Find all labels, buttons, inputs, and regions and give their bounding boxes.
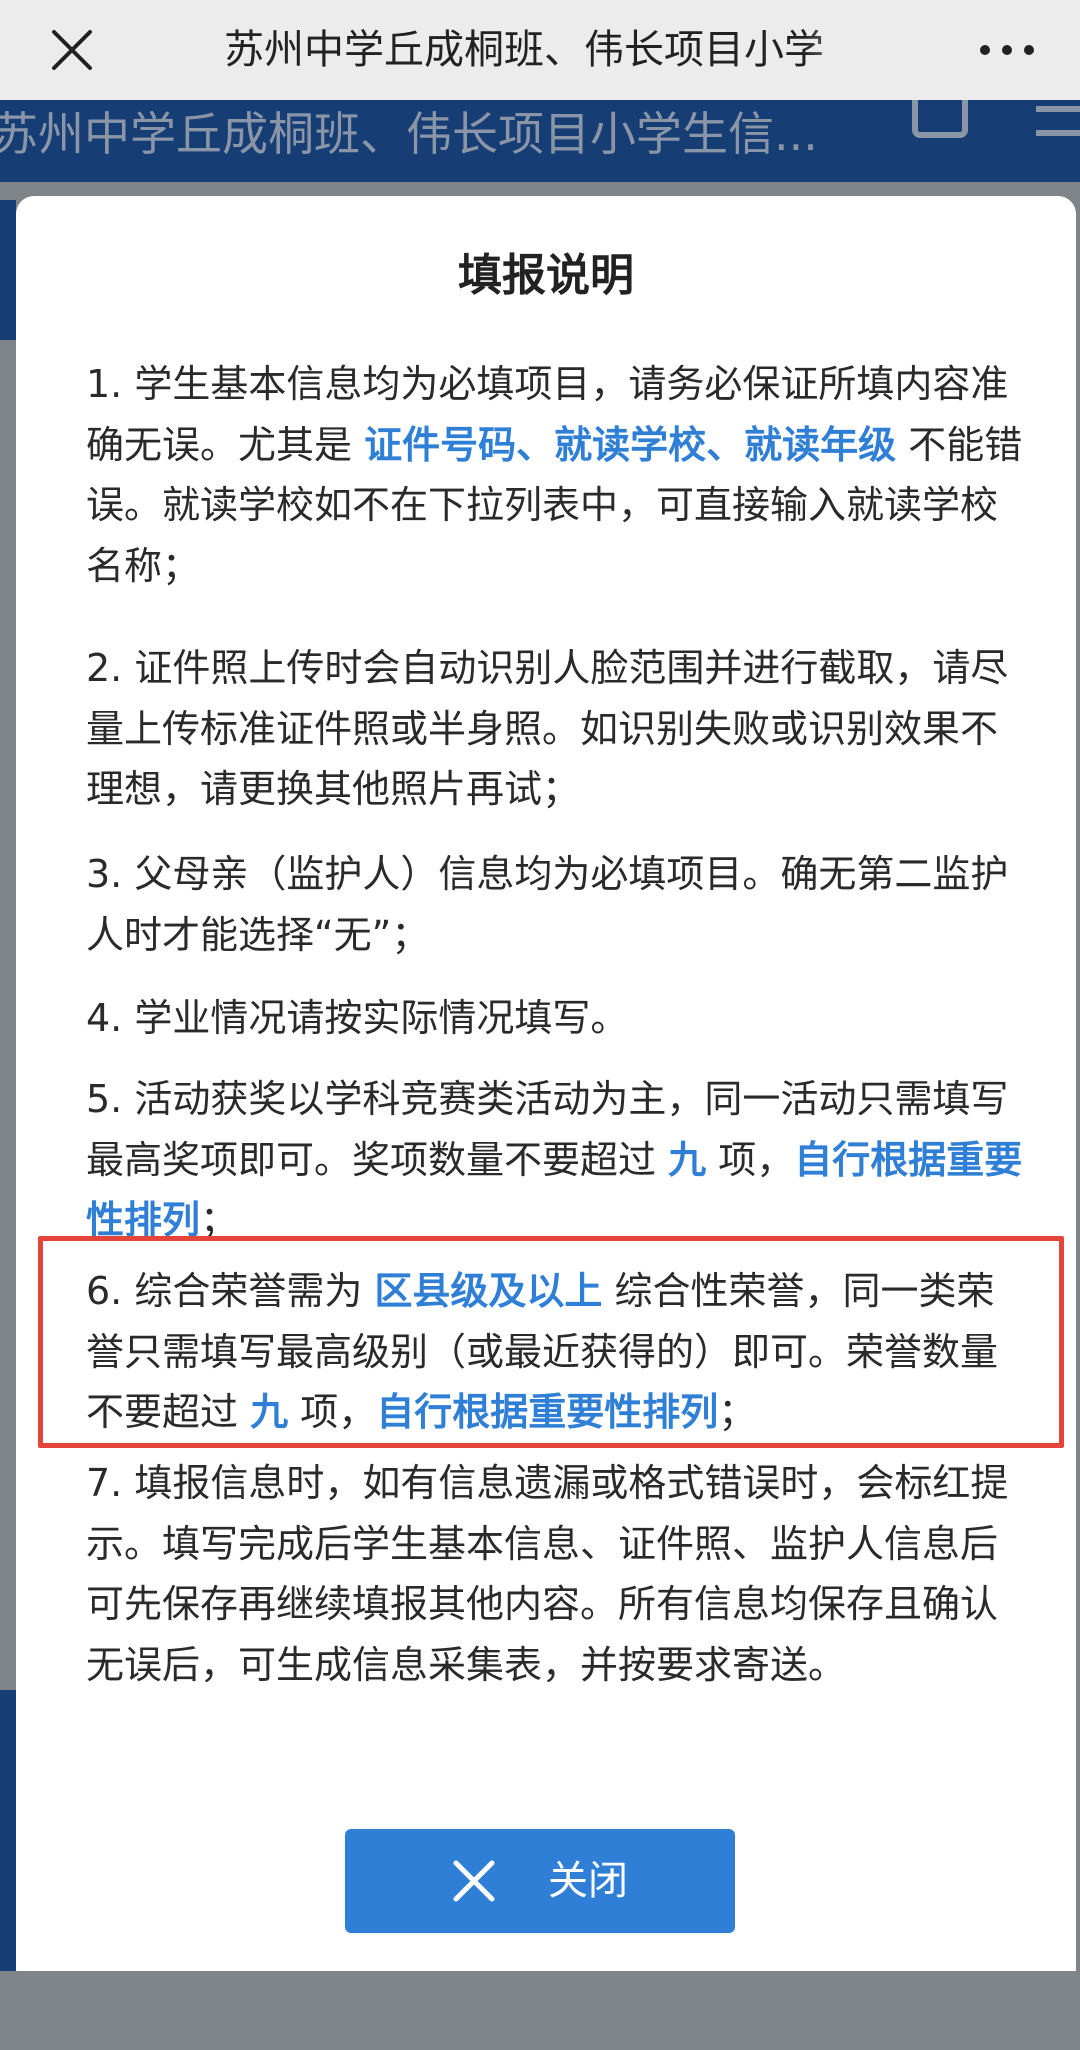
background-strip [0, 200, 16, 340]
instructions-modal: 填报说明 1. 学生基本信息均为必填项目，请务必保证所填内容准确无误。尤其是 证… [16, 196, 1076, 1971]
highlight-box [38, 1236, 1064, 1448]
instruction-item-7: 7. 填报信息时，如有信息遗漏或格式错误时，会标红提示。填写完成后学生基本信息、… [86, 1453, 1026, 1695]
instruction-text: 项， [706, 1137, 795, 1182]
instruction-text: 2. 证件照上传时会自动识别人脸范围并进行截取，请尽量上传标准证件照或半身照。如… [86, 646, 1009, 811]
instruction-text: 4. 学业情况请按实际情况填写。 [86, 996, 629, 1040]
app-topbar: 苏州中学丘成桐班、伟长项目小学 [0, 0, 1080, 100]
instruction-item-2: 2. 证件照上传时会自动识别人脸范围并进行截取，请尽量上传标准证件照或半身照。如… [86, 638, 1026, 820]
more-icon[interactable] [980, 35, 1034, 65]
instruction-item-1: 1. 学生基本信息均为必填项目，请务必保证所填内容准确无误。尤其是 证件号码、就… [86, 354, 1026, 596]
instruction-text: 3. 父母亲（监护人）信息均为必填项目。确无第二监护人时才能选择“无”； [86, 852, 1009, 957]
background-strip [0, 1690, 16, 1971]
close-icon [453, 1860, 495, 1902]
close-button[interactable]: 关闭 [345, 1829, 735, 1933]
instruction-item-5: 5. 活动获奖以学科竞赛类活动为主，同一活动只需填写最高奖项即可。奖项数量不要超… [86, 1069, 1026, 1251]
highlighted-text: 九 [668, 1137, 707, 1182]
window-title: 苏州中学丘成桐班、伟长项目小学 [224, 27, 824, 73]
instruction-item-3: 3. 父母亲（监护人）信息均为必填项目。确无第二监护人时才能选择“无”； [86, 844, 1026, 965]
highlighted-text: 证件号码、就读学校、就读年级 [364, 422, 897, 467]
close-icon[interactable] [50, 28, 94, 72]
page-header: 苏州中学丘成桐班、伟长项目小学生信... [0, 100, 1080, 182]
close-button-label: 关闭 [548, 1858, 628, 1904]
share-icon [912, 100, 968, 138]
menu-icon [1036, 106, 1080, 136]
instruction-text: 7. 填报信息时，如有信息遗漏或格式错误时，会标红提示。填写完成后学生基本信息、… [86, 1461, 1009, 1687]
modal-title: 填报说明 [458, 250, 634, 301]
instruction-item-4: 4. 学业情况请按实际情况填写。 [86, 988, 1026, 1049]
page-header-title: 苏州中学丘成桐班、伟长项目小学生信... [0, 107, 818, 161]
